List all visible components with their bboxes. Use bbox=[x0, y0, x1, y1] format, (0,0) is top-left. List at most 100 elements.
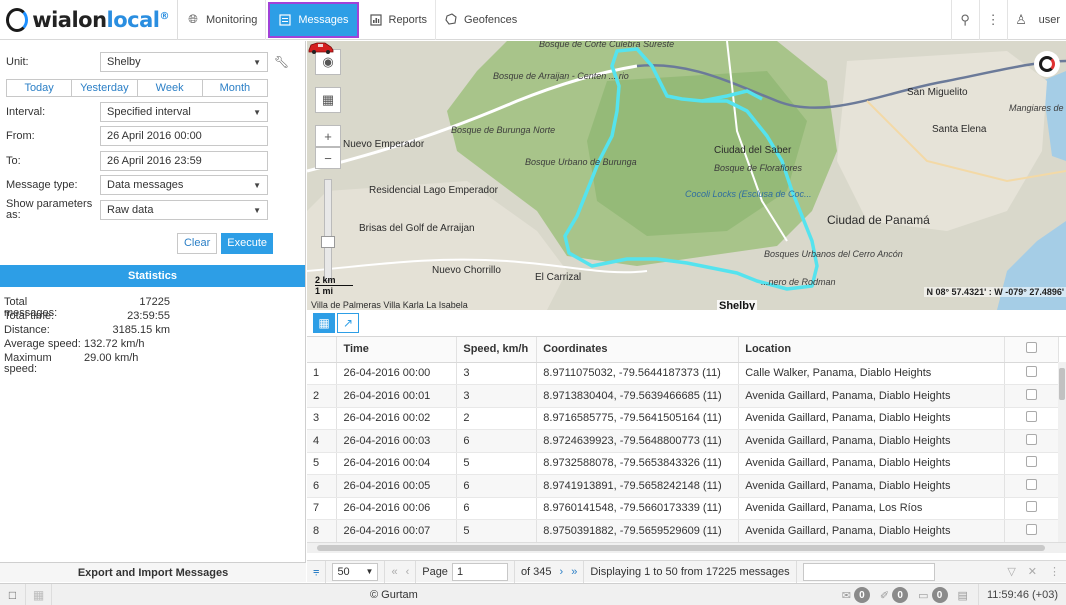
wialon-logo[interactable]: wialonlocal® bbox=[0, 0, 178, 40]
envelope-icon: ✉ bbox=[841, 589, 851, 602]
search-icon[interactable]: ⚲ bbox=[950, 0, 979, 40]
to-date-field[interactable]: 26 April 2016 23:59 bbox=[100, 151, 268, 171]
chevron-down-icon: ▼ bbox=[253, 205, 261, 215]
from-date-field[interactable]: 26 April 2016 00:00 bbox=[100, 126, 268, 146]
cell-index: 2 bbox=[307, 384, 338, 408]
col-select-all[interactable] bbox=[1004, 337, 1059, 363]
nav-monitoring[interactable]: 🌐︎ Monitoring bbox=[178, 0, 267, 40]
per-page-select[interactable]: 50 ▼ bbox=[332, 562, 379, 581]
tab-yesterday[interactable]: Yesterday bbox=[72, 80, 138, 96]
row-checkbox[interactable] bbox=[1026, 456, 1038, 468]
messages-counter[interactable]: ▭ 0 bbox=[918, 587, 948, 603]
statistics-header[interactable]: Statistics bbox=[0, 265, 305, 287]
table-row[interactable]: 8 26-04-2016 00:07 5 8.9750391882, -79.5659… bbox=[307, 519, 1059, 543]
nav-reports[interactable]: Reports bbox=[361, 0, 437, 40]
zoom-in-button[interactable]: + bbox=[315, 125, 341, 147]
nav-messages[interactable]: Messages bbox=[268, 1, 359, 38]
displaying-text: Displaying 1 to 50 from 17225 messages bbox=[584, 560, 797, 583]
nav-geofences-label: Geofences bbox=[464, 13, 518, 26]
row-checkbox[interactable] bbox=[1026, 523, 1038, 535]
scrollbar-thumb[interactable] bbox=[1059, 368, 1065, 400]
nav-monitoring-label: Monitoring bbox=[206, 13, 258, 26]
first-page-icon[interactable]: « bbox=[391, 566, 397, 578]
map-label: ...nero de Rodman bbox=[761, 277, 836, 287]
unit-select[interactable]: Shelby ▼ bbox=[100, 52, 268, 72]
col-speed[interactable]: Speed, km/h bbox=[456, 337, 538, 363]
export-import-button[interactable]: Export and Import Messages bbox=[0, 562, 306, 582]
map-view[interactable]: Bosque de Corte Culebra Sureste Bosque d… bbox=[307, 41, 1066, 310]
table-row[interactable]: 6 26-04-2016 00:05 6 8.9741913891, -79.5658… bbox=[307, 474, 1059, 498]
zoom-slider[interactable] bbox=[324, 179, 332, 281]
cell-time: 26-04-2016 00:04 bbox=[336, 452, 458, 475]
table-row[interactable]: 5 26-04-2016 00:04 5 8.9732588078, -79.5653… bbox=[307, 452, 1059, 475]
grid-layout-icon[interactable]: ▦ bbox=[26, 583, 52, 605]
more-options-icon[interactable]: ⋮ bbox=[1043, 561, 1066, 583]
table-row[interactable]: 7 26-04-2016 00:06 6 8.9760141548, -79.5660… bbox=[307, 497, 1059, 520]
notifications-counter[interactable]: ✉ 0 bbox=[842, 587, 870, 603]
user-name[interactable]: user bbox=[1035, 14, 1066, 26]
table-horizontal-scrollbar[interactable] bbox=[307, 542, 1066, 553]
cell-select bbox=[1004, 452, 1059, 475]
col-coordinates[interactable]: Coordinates bbox=[536, 337, 740, 363]
message-type-select[interactable]: Data messages ▼ bbox=[100, 175, 268, 195]
chat-icon: ▭ bbox=[918, 589, 929, 602]
nav-geofences[interactable]: Geofences bbox=[436, 0, 525, 40]
table-row[interactable]: 4 26-04-2016 00:03 6 8.9724639923, -79.5648… bbox=[307, 429, 1059, 453]
map-layers-icon[interactable]: ▦ bbox=[315, 87, 341, 113]
row-checkbox[interactable] bbox=[1026, 478, 1038, 490]
filter-input[interactable] bbox=[802, 562, 935, 581]
cell-speed: 3 bbox=[456, 362, 538, 385]
user-icon[interactable]: ♙ bbox=[1006, 0, 1035, 40]
interval-select[interactable]: Specified interval ▼ bbox=[100, 102, 268, 122]
clear-button[interactable]: Clear bbox=[176, 233, 218, 254]
chart-view-icon[interactable]: ↗ bbox=[337, 313, 359, 333]
cell-coordinates: 8.9741913891, -79.5658242148 (11) bbox=[536, 474, 740, 498]
table-view-icon[interactable]: ▦ bbox=[313, 313, 335, 333]
col-location[interactable]: Location bbox=[738, 337, 1006, 363]
col-time[interactable]: Time bbox=[336, 337, 458, 363]
panel-toggle-icon[interactable]: □ bbox=[0, 583, 26, 605]
from-value: 26 April 2016 00:00 bbox=[107, 130, 202, 142]
map-logo-icon bbox=[1034, 51, 1060, 77]
page-input[interactable]: 1 bbox=[451, 562, 508, 581]
prev-page-icon[interactable]: ‹ bbox=[406, 566, 410, 578]
table-toolbar: ▦ ↗ bbox=[307, 310, 1066, 337]
table-row[interactable]: 2 26-04-2016 00:01 3 8.9713830404, -79.5639… bbox=[307, 384, 1059, 408]
cell-coordinates: 8.9724639923, -79.5648800773 (11) bbox=[536, 429, 740, 453]
wrench-icon[interactable]: 🔧︎ bbox=[274, 55, 289, 69]
table-header-row: Time Speed, km/h Coordinates Location bbox=[307, 337, 1059, 363]
stat-value: 132.72 km/h bbox=[84, 338, 145, 350]
table-row[interactable]: 1 26-04-2016 00:00 3 8.9711075032, -79.5644… bbox=[307, 362, 1059, 385]
close-icon[interactable]: ✕ bbox=[1022, 561, 1043, 583]
params-select[interactable]: Raw data ▼ bbox=[100, 200, 268, 220]
more-menu-icon[interactable]: ⋮ bbox=[978, 0, 1007, 40]
row-checkbox[interactable] bbox=[1026, 388, 1038, 400]
last-page-icon[interactable]: » bbox=[571, 566, 577, 578]
table-row[interactable]: 3 26-04-2016 00:02 2 8.9716585775, -79.5641… bbox=[307, 407, 1059, 430]
zoom-slider-handle[interactable] bbox=[321, 236, 335, 248]
execute-button[interactable]: Execute bbox=[221, 233, 273, 254]
filter-icon[interactable]: ▽ bbox=[1001, 561, 1021, 583]
cell-select bbox=[1004, 519, 1059, 543]
tab-today[interactable]: Today bbox=[7, 80, 73, 96]
row-checkbox[interactable] bbox=[1026, 501, 1038, 513]
cell-speed: 5 bbox=[456, 452, 538, 475]
events-counter[interactable]: ✐ 0 bbox=[880, 587, 909, 603]
filter-wrapper bbox=[797, 561, 941, 583]
table-vertical-scrollbar[interactable] bbox=[1058, 362, 1066, 542]
row-checkbox[interactable] bbox=[1026, 366, 1038, 378]
tab-month[interactable]: Month bbox=[203, 80, 267, 96]
zoom-out-button[interactable]: − bbox=[315, 147, 341, 169]
cell-location: Avenida Gaillard, Panama, Los Ríos bbox=[738, 497, 1006, 520]
next-page-icon[interactable]: › bbox=[560, 566, 564, 578]
tab-week[interactable]: Week bbox=[138, 80, 203, 96]
vehicle-marker-icon[interactable] bbox=[307, 41, 335, 55]
reports-icon bbox=[369, 13, 383, 27]
select-all-checkbox[interactable] bbox=[1026, 342, 1038, 354]
row-checkbox[interactable] bbox=[1026, 433, 1038, 445]
scrollbar-thumb[interactable] bbox=[317, 545, 1045, 551]
keyboard-icon[interactable]: ▤ bbox=[958, 589, 968, 602]
pin-icon[interactable]: ⩦ bbox=[307, 560, 327, 583]
row-checkbox[interactable] bbox=[1026, 411, 1038, 423]
cell-location: Avenida Gaillard, Panama, Diablo Heights bbox=[738, 429, 1006, 453]
